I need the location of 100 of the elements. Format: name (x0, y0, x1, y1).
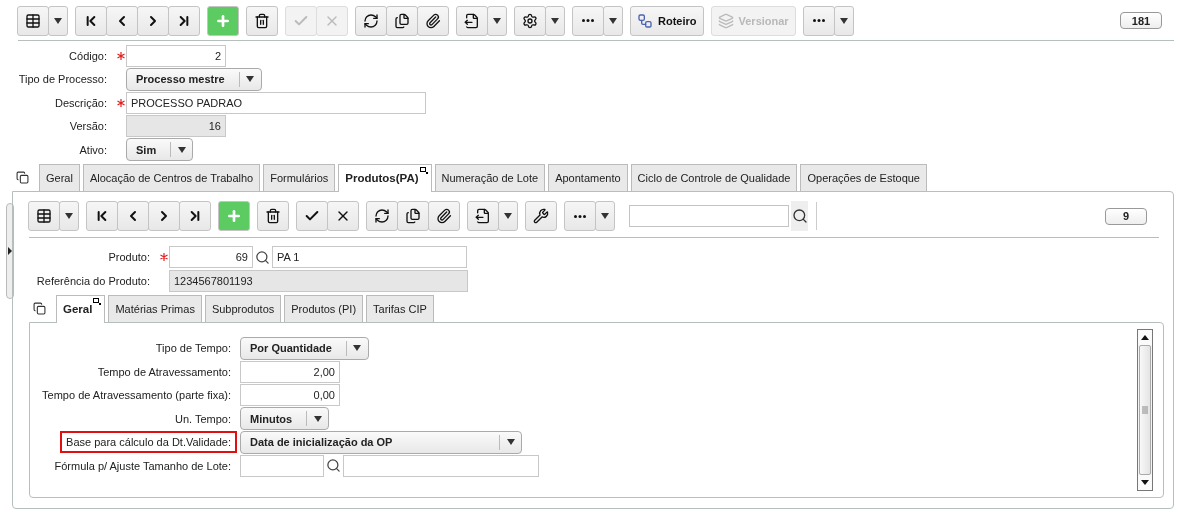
search-field[interactable] (629, 205, 789, 227)
select-dropdown[interactable]: Sim (126, 138, 194, 161)
select-dropdown[interactable]: Data de inicialização da OP (240, 430, 522, 454)
cancel-button[interactable] (327, 201, 359, 231)
down-arrow-icon (1141, 479, 1149, 485)
required-icon (160, 253, 168, 261)
scrollbar[interactable] (1137, 328, 1153, 491)
duplicate-button[interactable] (397, 201, 429, 231)
tab[interactable]: Produtos(PA) (338, 163, 432, 192)
text-field[interactable]: PROCESSO PADRAO (126, 91, 426, 114)
file-export-icon (464, 12, 480, 29)
dropdown-button[interactable] (498, 201, 518, 231)
code-field[interactable]: 69 (169, 246, 253, 268)
field-label: Tipo de Tempo: (154, 341, 232, 356)
tab[interactable]: Geral (39, 163, 80, 191)
paperclip-icon (436, 208, 452, 224)
first-record-button[interactable] (86, 201, 118, 231)
required-icon (117, 51, 125, 60)
wrench-icon (533, 208, 549, 224)
more-button[interactable] (802, 5, 835, 36)
attach-button[interactable] (428, 201, 460, 231)
tab[interactable]: Formulários (263, 163, 336, 191)
view-button[interactable] (28, 201, 60, 231)
detach-icon (419, 166, 429, 175)
select-dropdown[interactable]: Processo mestre (126, 67, 262, 91)
trash-icon (265, 208, 281, 224)
field-label: Versão: (68, 119, 108, 134)
dropdown-button[interactable] (833, 5, 854, 36)
attach-button[interactable] (417, 5, 449, 36)
field-label: Descrição: (54, 95, 108, 111)
refresh-button[interactable] (355, 5, 387, 36)
copy-icon (394, 12, 410, 29)
description-field[interactable] (343, 454, 539, 477)
previous-button[interactable] (117, 201, 149, 231)
last-record-button[interactable] (168, 5, 200, 36)
next-button[interactable] (148, 201, 180, 231)
tab[interactable]: Operações de Estoque (800, 163, 927, 191)
grid-icon (25, 12, 41, 29)
dropdown-button[interactable] (595, 201, 615, 231)
confirm-button[interactable] (296, 201, 328, 231)
export-button[interactable] (456, 5, 488, 36)
view-button[interactable] (17, 5, 49, 36)
route-button[interactable]: Roteiro (630, 5, 704, 36)
number-field[interactable]: 0,00 (240, 384, 340, 406)
delete-button[interactable] (257, 201, 289, 231)
caret-icon (353, 345, 362, 351)
caret-icon (313, 415, 322, 422)
more-button[interactable] (572, 5, 604, 36)
next-button[interactable] (137, 5, 169, 36)
dropdown-button[interactable] (603, 5, 623, 36)
search-button[interactable] (791, 201, 808, 231)
refresh-button[interactable] (366, 201, 398, 231)
export-button[interactable] (467, 201, 499, 231)
search-icon (791, 208, 808, 224)
layers-icon (717, 12, 734, 29)
file-export-icon (475, 208, 491, 224)
tab[interactable]: Subprodutos (204, 294, 282, 322)
windows-icon (16, 170, 29, 184)
search-icon (255, 249, 270, 265)
select-dropdown[interactable]: Minutos (240, 407, 330, 430)
tab[interactable]: Matérias Primas (108, 294, 202, 322)
tab[interactable]: Geral (56, 294, 106, 323)
dropdown-button[interactable] (487, 5, 507, 36)
dropdown-button[interactable] (48, 5, 68, 36)
more-icon (574, 214, 586, 218)
dropdown-button[interactable] (59, 201, 79, 231)
tab[interactable]: Produtos (PI) (284, 294, 364, 322)
number-field[interactable]: 2,00 (240, 360, 340, 383)
dropdown-button[interactable] (545, 5, 565, 36)
windows-icon (33, 301, 46, 315)
last-record-button[interactable] (179, 201, 211, 231)
field-label: Produto: (107, 250, 151, 265)
previous-button[interactable] (106, 5, 138, 36)
field-label: Un. Tempo: (173, 411, 232, 427)
tools-button[interactable] (525, 201, 557, 231)
caret-icon (506, 439, 515, 445)
first-record-button[interactable] (75, 5, 107, 36)
more-button[interactable] (564, 201, 596, 231)
up-arrow-icon (1141, 334, 1149, 340)
tab[interactable]: Apontamento (548, 163, 628, 191)
read-only-field: 16 (126, 115, 226, 137)
settings-button[interactable] (514, 5, 546, 36)
tab[interactable]: Tarifas CIP (366, 294, 434, 322)
caret-icon (839, 17, 848, 24)
more-icon (812, 19, 825, 22)
caret-icon (551, 17, 559, 24)
side-panel-handle[interactable] (6, 202, 14, 299)
tab[interactable]: Ciclo de Controle de Qualidade (630, 163, 798, 191)
delete-button[interactable] (246, 5, 278, 36)
number-field[interactable]: 2 (126, 44, 226, 67)
description-field[interactable]: PA 1 (272, 246, 467, 268)
tab[interactable]: Alocação de Centros de Trabalho (82, 163, 261, 191)
duplicate-button[interactable] (386, 5, 418, 36)
paperclip-icon (425, 12, 441, 29)
plus-icon (226, 208, 242, 224)
select-dropdown[interactable]: Por Quantidade (240, 336, 369, 360)
code-field[interactable] (240, 454, 324, 477)
field-label: Ativo: (78, 142, 108, 158)
refresh-icon (363, 12, 379, 29)
tab[interactable]: Numeração de Lote (434, 163, 546, 191)
